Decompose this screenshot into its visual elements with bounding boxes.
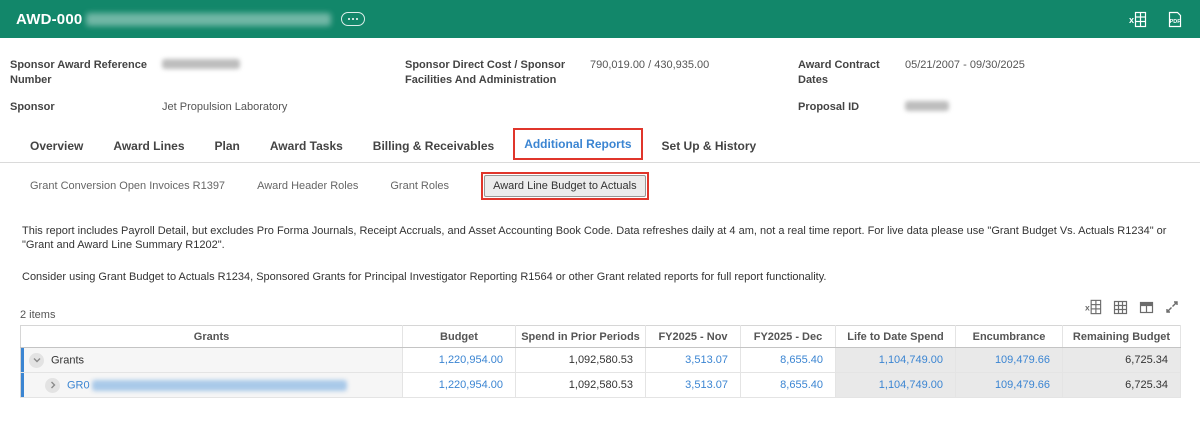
- row-group-label: Grants: [51, 354, 85, 367]
- svg-text:PDF: PDF: [1170, 19, 1182, 25]
- page-header-bar: AWD-000 x PDF: [0, 0, 1200, 38]
- redacted-value: [905, 100, 949, 111]
- svg-text:x: x: [1085, 303, 1090, 313]
- items-count: 2 items: [20, 309, 56, 322]
- report-note-line2: Consider using Grant Budget to Actuals R…: [22, 271, 827, 284]
- field-label: Sponsor: [10, 100, 55, 113]
- tab-award-tasks[interactable]: Award Tasks: [270, 139, 343, 162]
- encumbrance-value-link[interactable]: 109,479.66: [995, 354, 1050, 366]
- fy-nov-value-link[interactable]: 3,513.07: [685, 379, 728, 391]
- field-sponsor-award-reference-number: Sponsor Award Reference Number: [10, 58, 405, 88]
- tab-billing-receivables[interactable]: Billing & Receivables: [373, 139, 494, 162]
- budget-to-actuals-table: Grants Budget Spend in Prior Periods FY2…: [20, 325, 1181, 399]
- expand-grid-icon[interactable]: [1164, 299, 1180, 320]
- redacted-value: [162, 59, 240, 69]
- export-excel-icon[interactable]: x: [1129, 10, 1148, 29]
- report-note-line1: This report includes Payroll Detail, but…: [22, 224, 1167, 251]
- expand-row-icon[interactable]: [45, 377, 60, 393]
- column-preferences-icon[interactable]: [1138, 299, 1155, 321]
- field-sponsor: Sponsor Jet Propulsion Laboratory: [10, 100, 405, 115]
- fy-dec-value-link[interactable]: 8,655.40: [780, 354, 823, 366]
- report-subtab-bar: Grant Conversion Open Invoices R1397 Awa…: [0, 171, 1200, 200]
- tab-award-lines[interactable]: Award Lines: [113, 139, 184, 162]
- redacted-grant-name: [91, 379, 347, 391]
- page-title: AWD-000: [16, 10, 83, 28]
- export-pdf-icon[interactable]: PDF: [1166, 10, 1184, 29]
- export-to-excel-icon[interactable]: x: [1085, 298, 1103, 321]
- budget-value-link[interactable]: 1,220,954.00: [439, 354, 503, 366]
- remaining-budget-value: 6,725.34: [1062, 347, 1181, 374]
- field-sponsor-direct-cost: Sponsor Direct Cost / Sponsor Facilities…: [405, 58, 798, 88]
- field-proposal-id: Proposal ID: [798, 100, 1025, 116]
- annotation-box-award-line-budget-to-actuals: Award Line Budget to Actuals: [481, 171, 649, 200]
- budget-value-link[interactable]: 1,220,954.00: [439, 379, 503, 391]
- tab-additional-reports[interactable]: Additional Reports: [524, 137, 631, 151]
- tab-overview[interactable]: Overview: [30, 139, 83, 162]
- col-header-remaining-budget[interactable]: Remaining Budget: [1062, 325, 1181, 349]
- tab-set-up-history[interactable]: Set Up & History: [662, 139, 757, 162]
- redacted-title-text: [86, 12, 332, 26]
- field-value: 790,019.00 / 430,935.00: [590, 59, 710, 71]
- table-row: GR0 1,220,954.00 1,092,580.53 3,513.07 8…: [20, 372, 1181, 399]
- subtab-grant-conversion-open-invoices[interactable]: Grant Conversion Open Invoices R1397: [30, 180, 225, 192]
- field-label: Proposal ID: [798, 100, 860, 113]
- subtab-grant-roles[interactable]: Grant Roles: [390, 180, 449, 192]
- tab-bar: Overview Award Lines Plan Award Tasks Bi…: [0, 127, 1200, 163]
- table-row: Grants 1,220,954.00 1,092,580.53 3,513.0…: [20, 347, 1181, 374]
- field-label: Award Contract Dates: [798, 59, 880, 86]
- field-label: Sponsor Award Reference Number: [10, 59, 147, 86]
- encumbrance-value-link[interactable]: 109,479.66: [995, 379, 1050, 391]
- col-header-fy2025-nov[interactable]: FY2025 - Nov: [645, 325, 741, 349]
- field-label: Sponsor Direct Cost / Sponsor Facilities…: [405, 59, 566, 86]
- subtab-award-header-roles[interactable]: Award Header Roles: [257, 180, 358, 192]
- grant-link[interactable]: GR0: [67, 379, 90, 391]
- life-to-date-value-link[interactable]: 1,104,749.00: [879, 379, 943, 391]
- report-notes: This report includes Payroll Detail, but…: [0, 198, 1200, 285]
- life-to-date-value-link[interactable]: 1,104,749.00: [879, 354, 943, 366]
- grid-toolbar: 2 items x: [20, 298, 1180, 321]
- field-value: 05/21/2007 - 09/30/2025: [905, 59, 1025, 71]
- tab-plan[interactable]: Plan: [215, 139, 240, 162]
- related-actions-icon[interactable]: [341, 12, 366, 26]
- spend-prior-value: 1,092,580.53: [515, 347, 646, 374]
- spend-prior-value: 1,092,580.53: [515, 372, 646, 399]
- award-summary: Sponsor Award Reference Number Sponsor J…: [0, 38, 1200, 116]
- table-header-row: Grants Budget Spend in Prior Periods FY2…: [20, 325, 1181, 349]
- col-header-fy2025-dec[interactable]: FY2025 - Dec: [740, 325, 836, 349]
- collapse-row-icon[interactable]: [29, 352, 44, 368]
- col-header-grants[interactable]: Grants: [20, 325, 403, 349]
- report-grid-section: 2 items x Grants Budget Spend in Prior P…: [0, 298, 1200, 399]
- annotation-box-additional-reports: Additional Reports: [513, 127, 643, 160]
- fy-nov-value-link[interactable]: 3,513.07: [685, 354, 728, 366]
- sponsor-link[interactable]: Jet Propulsion Laboratory: [162, 100, 287, 115]
- field-award-contract-dates: Award Contract Dates 05/21/2007 - 09/30/…: [798, 58, 1025, 88]
- col-header-spend-in-prior-periods[interactable]: Spend in Prior Periods: [515, 325, 646, 349]
- col-header-life-to-date-spend[interactable]: Life to Date Spend: [835, 325, 956, 349]
- remaining-budget-value: 6,725.34: [1062, 372, 1181, 399]
- subtab-award-line-budget-to-actuals[interactable]: Award Line Budget to Actuals: [484, 174, 646, 197]
- col-header-encumbrance[interactable]: Encumbrance: [955, 325, 1063, 349]
- fy-dec-value-link[interactable]: 8,655.40: [780, 379, 823, 391]
- svg-text:x: x: [1129, 15, 1134, 25]
- grid-view-icon[interactable]: [1112, 299, 1129, 321]
- col-header-budget[interactable]: Budget: [402, 325, 516, 349]
